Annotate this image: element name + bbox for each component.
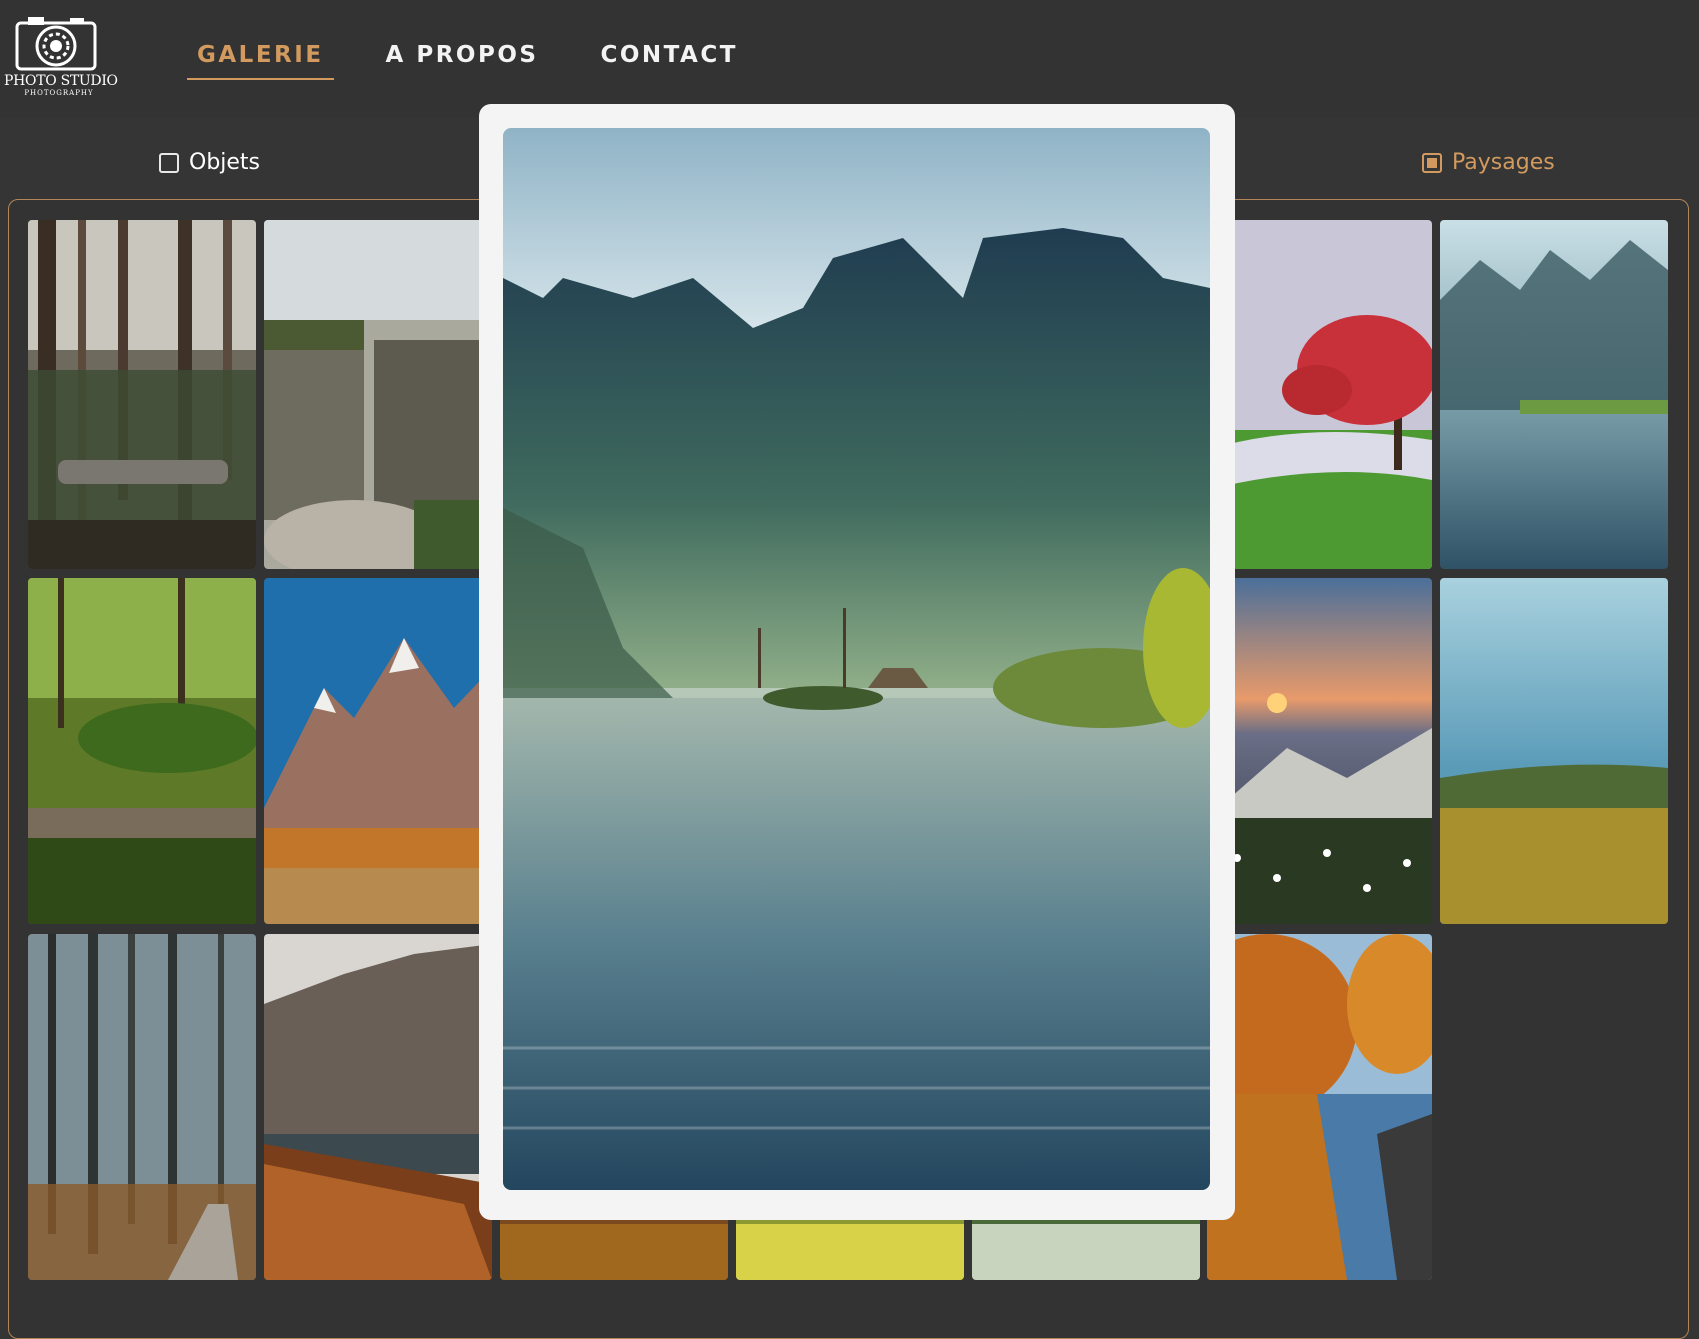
thumb-mossy-stream[interactable] bbox=[28, 578, 256, 924]
checkbox-paysages[interactable] bbox=[1422, 152, 1442, 173]
lightbox-image bbox=[503, 128, 1210, 1190]
thumb-rocky-cliffs[interactable] bbox=[264, 220, 492, 569]
checkbox-objets[interactable] bbox=[159, 152, 179, 173]
filter-label: Objets bbox=[189, 150, 261, 175]
thumb-grassy-hill[interactable] bbox=[1440, 578, 1668, 924]
thumb-mountain-boat[interactable] bbox=[264, 934, 492, 1280]
thumb-red-tree[interactable] bbox=[1207, 220, 1432, 569]
image-lightbox[interactable] bbox=[479, 104, 1235, 1220]
filter-objets[interactable]: Objets bbox=[159, 150, 260, 175]
nav-contact[interactable]: CONTACT bbox=[590, 42, 747, 80]
nav-galerie[interactable]: GALERIE bbox=[187, 42, 334, 80]
nav-a-propos[interactable]: A PROPOS bbox=[376, 42, 549, 80]
header: PHOTO STUDIO PHOTOGRAPHY GALERIE A PROPO… bbox=[0, 0, 1699, 118]
logo[interactable]: PHOTO STUDIO PHOTOGRAPHY bbox=[4, 15, 118, 99]
thumb-autumn-river[interactable] bbox=[1207, 934, 1432, 1280]
brand-name: PHOTO STUDIO bbox=[4, 73, 118, 89]
filter-label: Paysages bbox=[1452, 150, 1555, 175]
camera-icon bbox=[15, 17, 97, 71]
thumb-forest-log[interactable] bbox=[28, 220, 256, 569]
thumb-misty-pines[interactable] bbox=[28, 934, 256, 1280]
thumb-misty-lake[interactable] bbox=[1440, 220, 1668, 569]
brand-tagline: PHOTOGRAPHY bbox=[24, 89, 94, 97]
filter-paysages[interactable]: Paysages bbox=[1422, 150, 1555, 175]
thumb-sunset-mountains[interactable] bbox=[1207, 578, 1432, 924]
main-nav: GALERIE A PROPOS CONTACT bbox=[187, 42, 790, 80]
thumb-snowy-peaks[interactable] bbox=[264, 578, 492, 924]
